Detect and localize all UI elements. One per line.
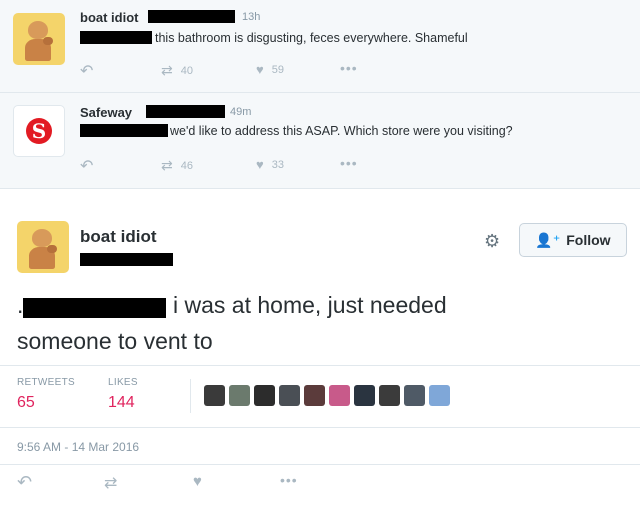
tweet-time[interactable]: 13h (242, 11, 260, 23)
reply-tweet-1[interactable]: boat idiot 13h this bathroom is disgusti… (0, 0, 640, 93)
liker-avatar[interactable] (429, 385, 450, 406)
liker-avatars (204, 385, 450, 406)
reply-action[interactable]: ↶ (80, 156, 93, 176)
person-add-icon: 👤⁺ (535, 231, 561, 248)
reply-tweet-2[interactable]: S Safeway 49m we'd like to address this … (0, 93, 640, 189)
follow-button[interactable]: 👤⁺ Follow (519, 223, 627, 257)
liker-avatar[interactable] (404, 385, 425, 406)
like-action[interactable]: ♥ 33 (256, 157, 284, 172)
main-tweet: boat idiot ⚙ 👤⁺ Follow . i was at home, … (0, 189, 640, 511)
tweet-datetime[interactable]: 9:56 AM - 14 Mar 2016 (17, 440, 139, 454)
reply-icon[interactable]: ↶ (17, 472, 32, 493)
retweet-icon[interactable]: ⇄ (104, 473, 117, 493)
redacted-mention (80, 31, 152, 44)
avatar[interactable] (17, 221, 69, 273)
divider (0, 427, 640, 428)
avatar[interactable]: S (13, 105, 65, 157)
retweet-icon[interactable]: ⇄ (161, 62, 173, 79)
retweets-label: RETWEETS (17, 377, 75, 388)
liker-avatar[interactable] (354, 385, 375, 406)
redacted-handle (148, 10, 235, 23)
tweet-text: we'd like to address this ASAP. Which st… (170, 124, 513, 138)
retweet-count: 40 (180, 64, 193, 77)
tweet-text-line2: someone to vent to (17, 328, 213, 354)
likes-value[interactable]: 144 (108, 394, 135, 412)
heart-icon[interactable]: ♥ (256, 157, 264, 172)
liker-avatar[interactable] (229, 385, 250, 406)
liker-avatar[interactable] (304, 385, 325, 406)
safeway-logo: S (26, 118, 52, 144)
retweet-action[interactable]: ⇄ 46 (161, 157, 193, 174)
divider (0, 464, 640, 465)
liker-avatar[interactable] (254, 385, 275, 406)
redacted-handle (146, 105, 225, 118)
gear-icon[interactable]: ⚙ (484, 231, 500, 252)
liker-avatar[interactable] (379, 385, 400, 406)
liker-avatar[interactable] (204, 385, 225, 406)
redacted-mention (80, 124, 168, 137)
likes-label: LIKES (108, 377, 138, 388)
retweet-icon[interactable]: ⇄ (161, 157, 173, 174)
author-name[interactable]: boat idiot (80, 10, 139, 25)
like-count: 33 (271, 158, 284, 171)
reply-icon[interactable]: ↶ (80, 61, 93, 81)
retweet-action[interactable]: ⇄ 40 (161, 62, 193, 79)
heart-icon[interactable]: ♥ (193, 473, 202, 490)
more-icon[interactable]: ••• (340, 60, 358, 76)
more-icon[interactable]: ••• (280, 472, 298, 488)
author-name[interactable]: boat idiot (80, 227, 156, 247)
more-icon[interactable]: ••• (340, 155, 358, 171)
tweet-text-line1: i was at home, just needed (173, 292, 447, 318)
more-action[interactable]: ••• (340, 155, 358, 171)
redacted-mention (23, 298, 166, 318)
reply-action[interactable]: ↶ (17, 472, 32, 493)
retweet-count: 46 (180, 159, 193, 172)
tweet-time[interactable]: 49m (230, 106, 251, 118)
more-action[interactable]: ••• (280, 472, 298, 488)
avatar[interactable] (13, 13, 65, 65)
reply-icon[interactable]: ↶ (80, 156, 93, 176)
retweet-action[interactable]: ⇄ (104, 473, 117, 493)
retweets-value[interactable]: 65 (17, 394, 35, 412)
author-name[interactable]: Safeway (80, 105, 132, 120)
redacted-handle (80, 253, 173, 266)
like-action[interactable]: ♥ (193, 473, 202, 490)
more-action[interactable]: ••• (340, 60, 358, 76)
like-action[interactable]: ♥ 59 (256, 62, 284, 77)
reply-action[interactable]: ↶ (80, 61, 93, 81)
like-count: 59 (271, 63, 284, 76)
liker-avatar[interactable] (279, 385, 300, 406)
divider (190, 379, 191, 413)
follow-label: Follow (566, 232, 611, 248)
heart-icon[interactable]: ♥ (256, 62, 264, 77)
tweet-text: this bathroom is disgusting, feces every… (155, 31, 468, 45)
liker-avatar[interactable] (329, 385, 350, 406)
divider (0, 365, 640, 366)
